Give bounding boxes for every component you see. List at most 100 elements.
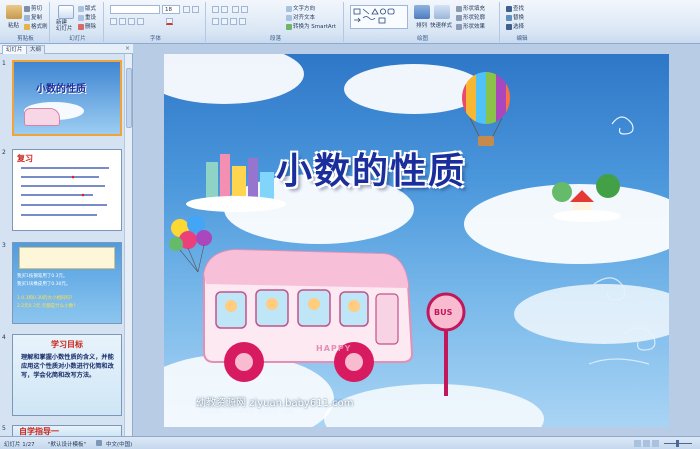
clipboard-group: 粘贴 剪切 复制 格式刷 剪贴板 [2, 2, 50, 42]
reset-button[interactable]: 重设 [78, 13, 96, 21]
slide-number-5: 5 [2, 425, 6, 432]
font-color-button[interactable] [166, 18, 173, 25]
delete-icon [78, 23, 84, 30]
cut-button[interactable]: 剪切 [24, 4, 42, 12]
binoculars-icon [506, 5, 512, 12]
slide-number-3: 3 [2, 242, 6, 249]
shapes-gallery[interactable] [350, 5, 408, 29]
italic-button[interactable] [119, 18, 126, 25]
slide-number-2: 2 [2, 149, 6, 156]
align-center-button[interactable] [221, 18, 228, 25]
underline-button[interactable] [128, 18, 135, 25]
arrange-button[interactable]: 排列 [416, 21, 427, 29]
quick-styles-icon[interactable] [434, 5, 450, 19]
watermark-text: 幼教资源网 ziyuan.baby611.com [196, 398, 354, 409]
wind-swirls-decoration [588, 277, 656, 365]
bus-happy-label: HAPPY [316, 344, 352, 353]
font-name-field[interactable] [110, 5, 160, 14]
slides-group: 新建 幻灯片 版式 重设 删除 幻灯片 [52, 2, 104, 42]
city-buildings-icon [186, 154, 286, 212]
slide-editing-area: 小数的性质 HAPPY BUS 幼教资源网 ziyuan.baby611.com… [134, 44, 700, 436]
replace-button[interactable]: 替换 [506, 13, 524, 21]
layout-icon [78, 5, 84, 12]
shape-outline-button[interactable]: 形状轮廓 [456, 13, 485, 21]
slides-pane-scrollbar[interactable] [124, 54, 132, 436]
delete-button[interactable]: 删除 [78, 22, 96, 30]
shape-fill-label: 形状填充 [463, 6, 486, 12]
slide-counter: 幻灯片 1/27 [4, 442, 35, 448]
view-buttons-icons [634, 440, 692, 447]
smartart-label: 转换为 SmartArt [293, 24, 337, 30]
text-direction-button[interactable]: 文字方向 [286, 4, 315, 12]
smartart-button[interactable]: 转换为 SmartArt [286, 22, 336, 30]
smartart-icon [286, 23, 292, 30]
slide-title[interactable]: 小数的性质 [276, 142, 466, 194]
copy-icon [24, 14, 30, 21]
slide-thumbnail-3[interactable]: 我买1枝钢笔用了0.3元。 我买1块橡皮用了0.30元。 1.0.3和0.30的… [12, 242, 122, 324]
align-left-button[interactable] [212, 18, 219, 25]
drawing-group-label: 绘图 [416, 36, 428, 42]
reset-icon [78, 14, 84, 21]
reset-label: 重设 [85, 15, 97, 21]
layout-button[interactable]: 版式 [78, 4, 96, 12]
slide-number-4: 4 [2, 334, 6, 341]
thumb4-title: 学习目标 [51, 340, 83, 349]
find-label: 查找 [513, 6, 525, 12]
grow-font-button[interactable] [183, 6, 190, 13]
slide-thumbnail-5[interactable]: 自学指导一 [12, 425, 122, 436]
increase-indent-button[interactable] [241, 6, 248, 13]
paragraph-group-label: 段落 [269, 36, 281, 42]
bold-button[interactable] [110, 18, 117, 25]
replace-label: 替换 [513, 15, 525, 21]
ribbon: 粘贴 剪切 复制 格式刷 剪贴板 新建 幻灯片 版式 重设 删除 幻灯片 18 … [0, 0, 700, 44]
pane-close-icon[interactable]: × [125, 45, 130, 52]
arrange-icon[interactable] [414, 5, 430, 19]
paste-icon[interactable] [6, 5, 22, 19]
copy-button[interactable]: 复制 [24, 13, 42, 21]
thumb3-picture [19, 247, 115, 269]
slide-thumbnail-4[interactable]: 学习目标 理解和掌握小数性质的含义，并能应用这个性质对小数进行化简和改写，学会化… [12, 334, 122, 416]
format-painter-button[interactable]: 格式刷 [24, 22, 48, 30]
shape-fill-button[interactable]: 形状填充 [456, 4, 485, 12]
new-slide-button[interactable]: 新建 幻灯片 [56, 20, 73, 32]
slides-pane: 幻灯片 大纲 × 1 小数的性质 2 复习 3 我买1枝钢笔用了0.3元。 我买… [0, 44, 133, 436]
hot-air-balloon-icon [462, 72, 510, 146]
find-button[interactable]: 查找 [506, 4, 524, 12]
thumb5-title: 自学指导一 [19, 427, 59, 436]
thumb2-lines [21, 167, 109, 216]
decrease-indent-button[interactable] [232, 6, 239, 13]
quick-styles-button[interactable]: 快速样式 [430, 21, 452, 29]
shapes-gallery-icons [353, 8, 395, 24]
scrollbar-thumb[interactable] [126, 68, 132, 128]
slide-thumbnail-1[interactable]: 小数的性质 [12, 60, 122, 136]
language-label: 中文(中国) [106, 442, 133, 448]
paste-button[interactable]: 粘贴 [8, 21, 19, 29]
bullets-button[interactable] [212, 6, 219, 13]
slides-group-label: 幻灯片 [69, 36, 86, 42]
house-icon [552, 174, 621, 222]
select-button[interactable]: 选择 [506, 22, 524, 30]
tab-outline[interactable]: 大纲 [26, 45, 46, 54]
align-right-button[interactable] [230, 18, 237, 25]
editing-group: 查找 替换 选择 编辑 [502, 2, 542, 42]
strikethrough-button[interactable] [137, 18, 144, 25]
new-slide-icon[interactable] [58, 5, 74, 19]
slide-canvas[interactable]: 小数的性质 HAPPY BUS 幼教资源网 ziyuan.baby611.com… [164, 54, 669, 427]
shape-outline-label: 形状轮廓 [463, 15, 486, 21]
replace-icon [506, 14, 512, 21]
text-direction-label: 文字方向 [293, 6, 316, 12]
pane-tabs: 幻灯片 大纲 × [0, 44, 133, 54]
justify-button[interactable] [239, 18, 246, 25]
shrink-font-button[interactable] [192, 6, 199, 13]
spellcheck-icon[interactable] [96, 440, 102, 446]
numbering-button[interactable] [221, 6, 228, 13]
font-size-field[interactable]: 18 [162, 5, 180, 14]
shape-effects-button[interactable]: 形状效果 [456, 22, 485, 30]
font-group-label: 字体 [149, 36, 161, 42]
copy-label: 复制 [31, 15, 43, 21]
tab-slides[interactable]: 幻灯片 [2, 45, 27, 54]
align-text-button[interactable]: 对齐文本 [286, 13, 315, 21]
slide-thumbnail-2[interactable]: 复习 [12, 149, 122, 231]
view-buttons[interactable] [634, 440, 694, 447]
font-size-value: 18 [165, 7, 172, 13]
